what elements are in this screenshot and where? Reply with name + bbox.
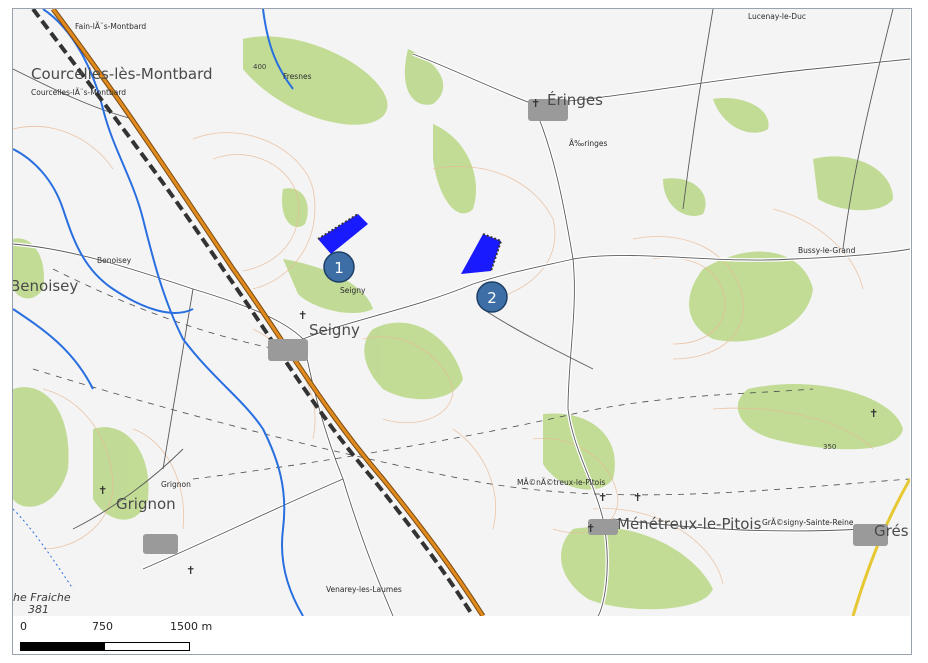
scale-segment-black <box>20 642 106 651</box>
svg-text:✝: ✝ <box>298 309 307 322</box>
label-contour-400: 400 <box>253 63 266 71</box>
label-gres: Grés <box>874 522 909 540</box>
label-seigny: Seigny <box>309 321 360 339</box>
label-grignon-small: Grignon <box>161 480 191 489</box>
site-marker-1[interactable]: 1 <box>323 251 355 283</box>
svg-text:✝: ✝ <box>531 97 540 110</box>
svg-text:✝: ✝ <box>186 564 195 577</box>
label-menetreux: Ménétreux-le-Pitois <box>617 515 762 533</box>
map-svg: 1 2 ✝ ✝ ✝ ✝ ✝ ✝ ✝ ✝ Courcelles-lès-Montb… <box>13 9 910 616</box>
label-bussy: Bussy-le-Grand <box>798 246 856 255</box>
svg-text:✝: ✝ <box>598 491 607 504</box>
marker-2-label: 2 <box>487 289 497 307</box>
label-gresigny-small: GrÃ©signy-Sainte-Reine <box>762 518 854 527</box>
label-courcelles: Courcelles-lès-Montbard <box>31 65 213 83</box>
label-seigny-small: Seigny <box>340 286 366 295</box>
svg-text:✝: ✝ <box>869 407 878 420</box>
svg-text:✝: ✝ <box>633 491 642 504</box>
label-elevation-381: 381 <box>28 603 49 616</box>
label-benoisey-small: Benoisey <box>97 256 132 265</box>
label-grignon: Grignon <box>116 495 176 513</box>
marker-1-label: 1 <box>334 259 344 277</box>
label-courcelles-small: Courcelles-lÃ¨s-Montbard <box>31 88 126 97</box>
label-fain: Fain-lÃ¨s-Montbard <box>75 22 146 31</box>
scale-label-1500: 1500 m <box>170 620 213 633</box>
label-venarey: Venarey-les-Laumes <box>326 585 402 594</box>
label-menetreux-small: MÃ©nÃ©treux-le-Pitois <box>517 478 605 487</box>
label-lucenay: Lucenay-le-Duc <box>748 12 806 21</box>
svg-text:✝: ✝ <box>586 522 595 535</box>
svg-text:✝: ✝ <box>98 484 107 497</box>
scale-label-750: 750 <box>92 620 113 633</box>
label-eringes: Éringes <box>547 90 603 109</box>
label-eringes-small: Ã‰ringes <box>569 139 607 148</box>
site-marker-2[interactable]: 2 <box>476 281 508 313</box>
label-contour-350: 350 <box>823 443 836 451</box>
label-fresnes: Fresnes <box>283 72 312 81</box>
label-benoisey: Benoisey <box>13 277 78 295</box>
map-canvas[interactable]: 1 2 ✝ ✝ ✝ ✝ ✝ ✝ ✝ ✝ Courcelles-lès-Montb… <box>13 9 910 616</box>
scale-segment-white <box>104 642 190 651</box>
scale-label-0: 0 <box>20 620 27 633</box>
scale-bar: 0 750 1500 m <box>20 620 280 656</box>
